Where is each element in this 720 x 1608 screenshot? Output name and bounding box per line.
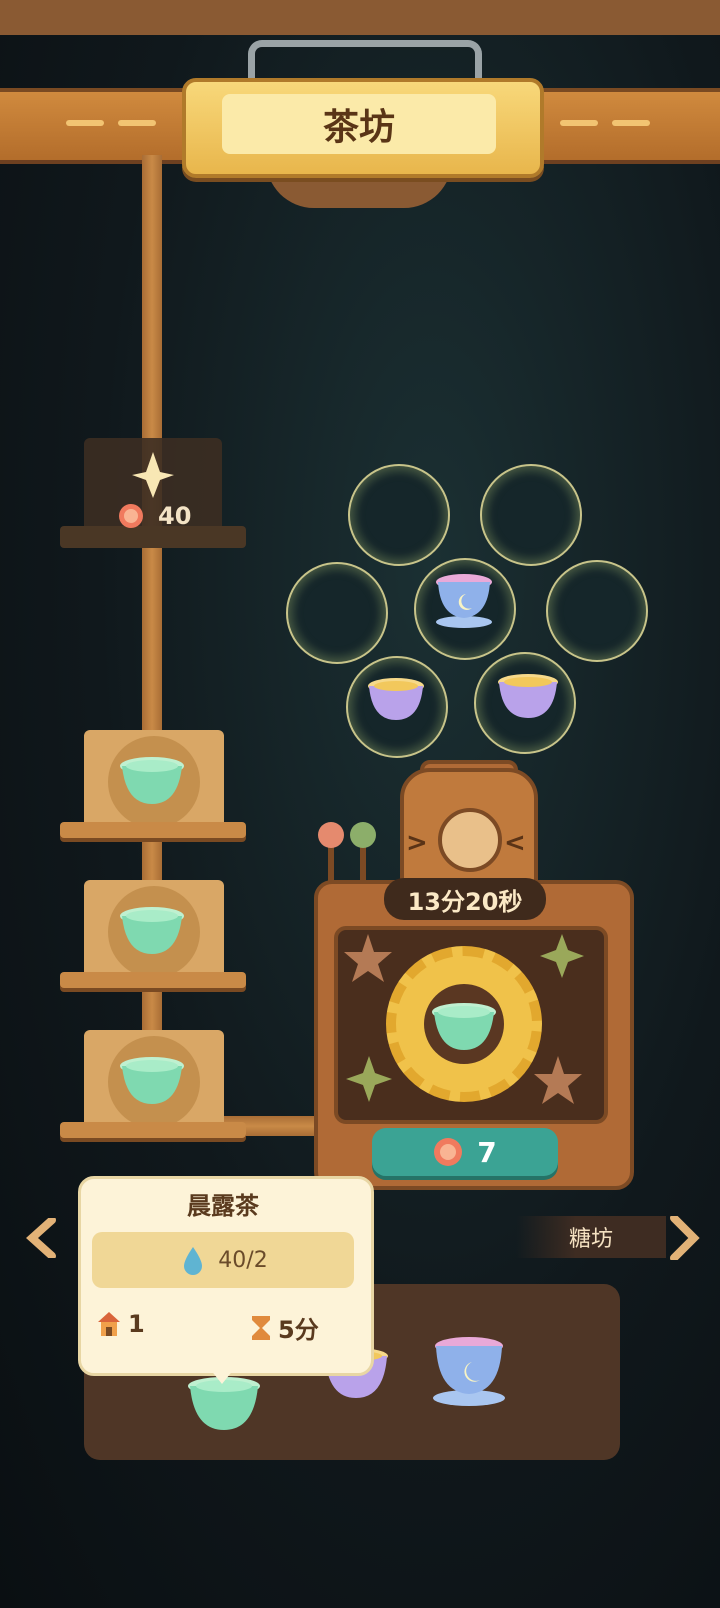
queue-slot[interactable] <box>480 464 582 566</box>
lever-knob[interactable] <box>350 822 376 848</box>
moon-tea-cup-icon[interactable] <box>430 1334 508 1408</box>
star-ornament-icon <box>344 934 392 982</box>
green-tea-cup-icon[interactable] <box>118 756 186 808</box>
star-ornament-icon <box>540 934 584 978</box>
green-tea-cup-icon[interactable] <box>118 906 186 958</box>
moon-tea-cup-icon[interactable] <box>432 572 496 630</box>
flower-coin-icon <box>434 1138 463 1166</box>
green-tea-cup-icon[interactable] <box>118 1056 186 1108</box>
unlock-cost-value: 40 <box>158 502 192 530</box>
green-tea-cup-icon[interactable] <box>186 1376 262 1434</box>
star-ornament-icon <box>346 1056 392 1102</box>
queue-slot[interactable] <box>546 560 648 662</box>
ingredient-progress: 40/2 <box>218 1247 268 1273</box>
star-ornament-icon <box>534 1056 582 1104</box>
recipe-name: 晨露茶 <box>187 1192 259 1220</box>
chevron-left-icon[interactable] <box>24 1218 64 1258</box>
dew-icon <box>184 1247 203 1275</box>
queue-slot[interactable] <box>348 464 450 566</box>
next-workshop-label[interactable]: 糖坊 <box>516 1216 666 1258</box>
lever-knob[interactable] <box>318 822 344 848</box>
sparkle-icon <box>132 452 174 498</box>
hourglass-icon <box>252 1315 270 1340</box>
lavender-tea-cup-icon[interactable] <box>496 672 560 722</box>
flower-coin-icon <box>119 504 143 528</box>
page-title: 茶坊 <box>222 94 496 154</box>
shelf <box>60 972 246 988</box>
shelf <box>60 822 246 838</box>
ingredient-bar: 40/2 <box>92 1232 354 1288</box>
speedup-button[interactable]: 7 <box>372 1128 558 1176</box>
brew-time: 5分 <box>250 1310 319 1345</box>
shop-count: 1 <box>96 1310 145 1338</box>
clock-icon <box>438 808 502 872</box>
speedup-cost: 7 <box>477 1135 497 1169</box>
green-tea-cup-icon <box>432 1003 496 1050</box>
chevron-right-icon[interactable] <box>664 1216 704 1260</box>
house-icon <box>98 1312 120 1336</box>
queue-slot[interactable] <box>286 562 388 664</box>
brew-timer: 13分20秒 <box>384 878 546 920</box>
shelf <box>60 1122 246 1138</box>
unlock-cost: 40 <box>118 502 191 530</box>
lavender-tea-cup-icon[interactable] <box>366 676 426 724</box>
